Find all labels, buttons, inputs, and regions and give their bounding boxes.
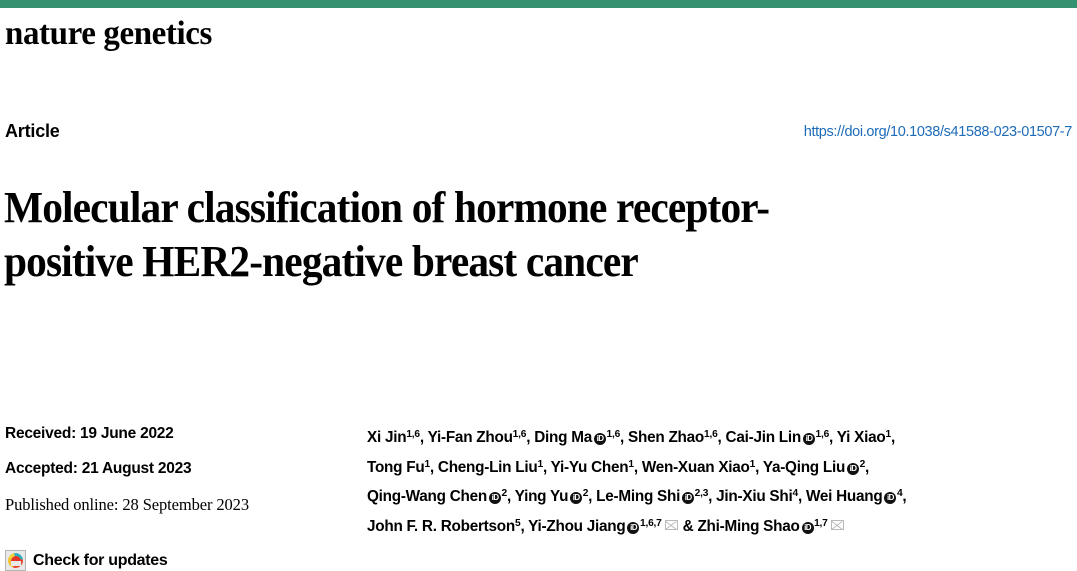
article-header-page: nature genetics Article https://doi.org/… [0,0,1077,571]
author-name: Wen-Xuan Xiao [641,458,750,476]
orcid-id-icon[interactable]: iD [682,492,695,504]
affiliation-superscript: 1,6 [815,429,830,440]
author-name: Xi Jin [367,429,407,446]
accepted-date: Accepted: 21 August 2023 [5,460,192,477]
envelope-icon[interactable] [830,519,844,530]
author-separator: , [708,488,717,505]
author-separator: , [755,458,763,476]
author-name: Yi-Yu Chen [550,458,629,476]
check-for-updates-label: Check for updates [33,551,168,569]
orcid-id-icon[interactable]: iD [802,433,815,445]
author-line: Xi Jin1,6, Yi-Fan Zhou1,6, Ding Ma iD 1,6,… [367,422,1073,452]
author-name: Yi-Zhou Jiang [528,517,626,535]
author-separator: & [678,517,698,535]
author-line: Tong Fu1, Cheng-Lin Liu1, Yi-Yu Chen1, W… [367,452,1073,482]
affiliation-superscript: 1,6 [406,429,420,440]
author-name: Yi Xiao [836,429,886,446]
author-line: Qing-Wang Chen iD 2, Ying Yu iD 2, Le-Ming S… [367,481,1073,511]
orcid-id-icon[interactable]: iD [627,521,640,534]
author-name: Ying Yu [514,488,569,505]
author-separator: , [520,517,529,535]
author-name: John F. R. Robertson [367,517,515,535]
author-line: John F. R. Robertson5, Yi-Zhou Jiang iD 1,… [367,511,1073,541]
affiliation-superscript: 1,6 [703,429,718,440]
author-separator: , [633,458,642,476]
author-name: Cheng-Lin Liu [437,458,538,476]
envelope-icon[interactable] [664,519,678,530]
author-separator: , [588,488,597,505]
author-separator: , [865,458,870,476]
page-title: Molecular classification of hormone rece… [4,183,770,287]
author-name: Jin-Xiu Shi [716,488,793,505]
author-name: Le-Ming Shi [596,488,681,505]
author-name: Wei Huang [805,488,883,505]
journal-masthead: nature genetics [5,15,212,52]
author-separator: , [717,429,726,446]
brand-bar [0,0,1077,8]
author-name: Cai-Jin Lin [725,429,802,446]
author-separator: , [620,429,629,446]
author-separator: , [429,458,438,476]
orcid-id-icon[interactable]: iD [847,462,860,475]
affiliation-superscript: 1,6 [606,429,621,440]
author-name: Tong Fu [367,458,425,476]
orcid-id-icon[interactable]: iD [570,492,583,504]
article-type-doi-row: Article https://doi.org/10.1038/s41588-0… [5,120,1072,144]
author-name: Zhi-Ming Shao [697,517,800,535]
check-for-updates[interactable]: Check for updates [5,550,168,571]
author-name: Ding Ma [534,429,592,446]
author-list: Xi Jin1,6, Yi-Fan Zhou1,6, Ding Ma iD 1,6,… [367,422,1073,540]
author-name: Yi-Fan Zhou [427,429,513,446]
author-separator: , [902,488,907,505]
author-separator: , [829,429,837,446]
author-separator: , [890,429,895,446]
orcid-id-icon[interactable]: iD [593,433,606,445]
author-name: Shen Zhao [628,429,704,446]
author-separator: , [419,429,428,446]
crossmark-icon [5,550,26,571]
received-date: Received: 19 June 2022 [5,425,174,442]
author-name: Qing-Wang Chen [367,488,487,505]
doi-link[interactable]: https://doi.org/10.1038/s41588-023-01507… [804,123,1073,141]
author-name: Ya-Qing Liu [762,458,846,476]
affiliation-superscript: 1,6 [512,429,527,440]
author-separator: , [797,488,806,505]
orcid-id-icon[interactable]: iD [489,492,501,504]
affiliation-superscript: 2,3 [694,488,709,499]
orcid-id-icon[interactable]: iD [884,492,897,504]
orcid-id-icon[interactable]: iD [801,521,814,534]
published-online-date: Published online: 28 September 2023 [5,495,249,514]
affiliation-superscript: 1,6,7 [639,517,662,529]
author-separator: , [506,488,515,505]
affiliation-superscript: 1,7 [814,517,828,529]
author-separator: , [542,458,551,476]
article-type-label: Article [5,121,60,141]
